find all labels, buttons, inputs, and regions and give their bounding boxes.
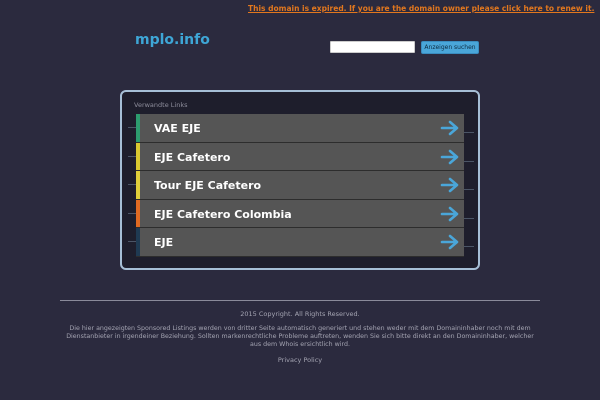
related-link-item[interactable]: EJE Cafetero Colombia [128,199,474,229]
row-tick [128,184,136,186]
related-link-item[interactable]: VAE EJE [128,114,474,143]
related-link-body[interactable]: EJE Cafetero [140,142,464,171]
search-input[interactable] [330,41,415,53]
related-link-label[interactable]: EJE [154,236,173,249]
site-logo[interactable]: mplo.info [135,32,210,48]
expired-domain-link[interactable]: This domain is expired. If you are the d… [248,4,594,13]
arrow-right-icon[interactable] [440,120,460,136]
row-tick [464,160,474,162]
related-links-list: VAE EJE EJE Cafetero Tour EJE Cafetero EJE … [128,114,474,257]
row-tick [128,127,136,128]
arrow-right-icon[interactable] [440,149,460,165]
arrow-right-icon[interactable] [440,206,460,222]
privacy-policy-link[interactable]: Privacy Policy [0,356,600,364]
related-link-body[interactable]: EJE [140,228,464,256]
row-tick [464,132,474,133]
related-link-label[interactable]: Tour EJE Cafetero [154,179,261,192]
related-link-body[interactable]: EJE Cafetero Colombia [140,199,464,228]
row-tick [464,217,474,219]
related-link-label[interactable]: EJE Cafetero Colombia [154,208,292,221]
row-tick [464,246,474,248]
copyright-text: 2015 Copyright. All Rights Reserved. [240,310,360,318]
search-button[interactable]: Anzeigen suchen [421,41,479,54]
related-link-item[interactable]: EJE [128,228,474,257]
row-tick [128,212,136,214]
row-tick [128,241,136,243]
arrow-right-icon[interactable] [440,234,460,250]
row-tick [128,155,136,157]
related-link-label[interactable]: VAE EJE [154,122,201,135]
related-link-label[interactable]: EJE Cafetero [154,151,230,164]
row-tick [464,189,474,191]
footer-divider [60,300,540,301]
related-links-panel: Verwandte Links VAE EJE EJE Cafetero Tour … [120,90,480,270]
related-link-body[interactable]: Tour EJE Cafetero [140,171,464,199]
arrow-right-icon[interactable] [440,177,460,193]
related-link-item[interactable]: Tour EJE Cafetero [128,171,474,200]
related-link-body[interactable]: VAE EJE [140,114,464,142]
disclaimer-text: Die hier angezeigten Sponsored Listings … [66,325,534,348]
related-links-heading: Verwandte Links [134,101,188,109]
related-link-item[interactable]: EJE Cafetero [128,142,474,172]
